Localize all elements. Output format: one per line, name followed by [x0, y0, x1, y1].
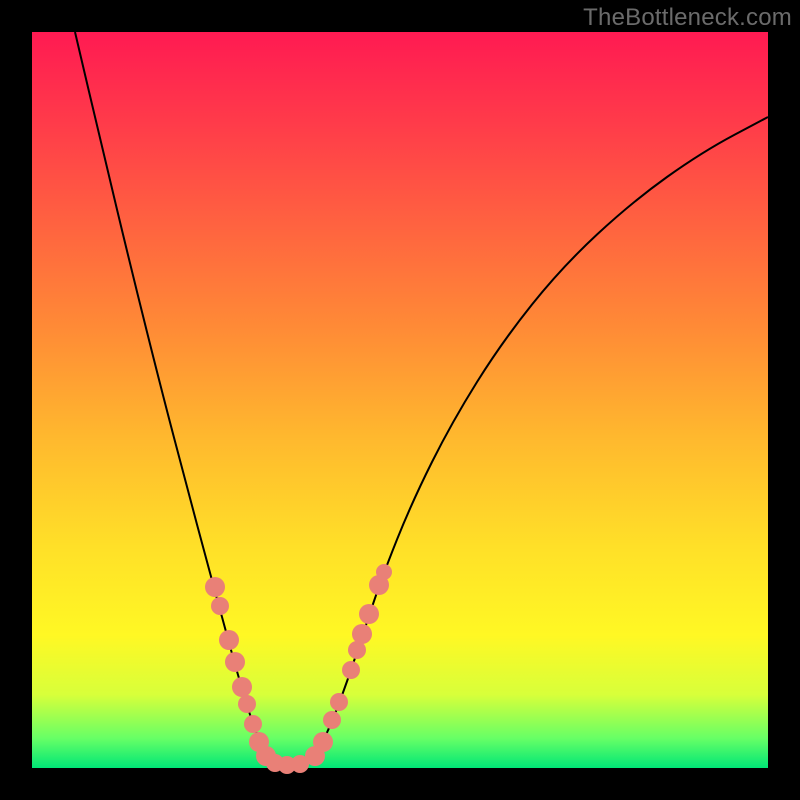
marker-dot — [219, 630, 239, 650]
chart-frame: TheBottleneck.com — [0, 0, 800, 800]
marker-dot — [352, 624, 372, 644]
marker-dot — [323, 711, 341, 729]
marker-dot — [211, 597, 229, 615]
marker-dot — [244, 715, 262, 733]
chart-plot-area — [32, 32, 768, 768]
marker-dot — [376, 564, 392, 580]
watermark-label: TheBottleneck.com — [583, 4, 792, 32]
marker-dot — [313, 732, 333, 752]
marker-dot — [225, 652, 245, 672]
marker-dot — [330, 693, 348, 711]
marker-dot — [359, 604, 379, 624]
marker-dot — [205, 577, 225, 597]
highlight-markers — [205, 564, 392, 774]
marker-dot — [232, 677, 252, 697]
bottleneck-curve — [75, 32, 768, 765]
marker-dot — [342, 661, 360, 679]
chart-svg — [32, 32, 768, 768]
marker-dot — [238, 695, 256, 713]
